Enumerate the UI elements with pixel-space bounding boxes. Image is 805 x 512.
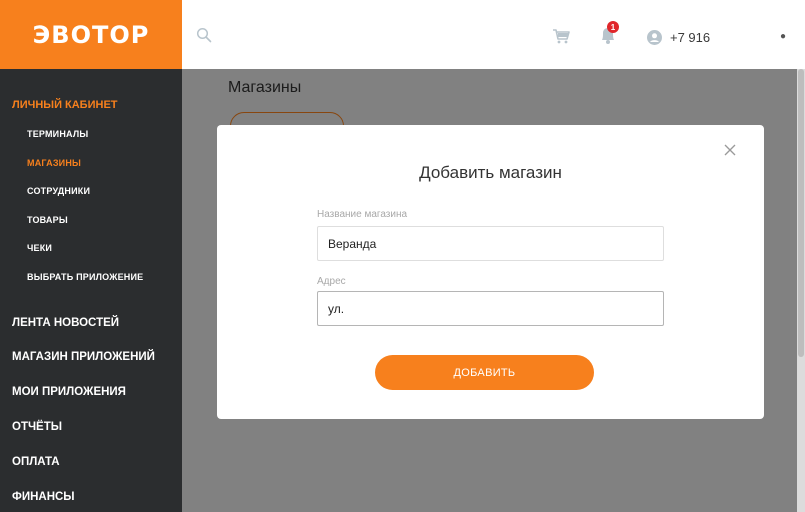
search-icon[interactable] [196, 27, 212, 43]
store-name-label: Название магазина [317, 209, 408, 220]
user-icon[interactable] [647, 30, 662, 45]
account-phone[interactable]: +7 916 [670, 30, 710, 45]
sidebar: ЛИЧНЫЙ КАБИНЕТ ТЕРМИНАЛЫ МАГАЗИНЫ СОТРУД… [0, 69, 182, 512]
sidebar-section-personal-account[interactable]: ЛИЧНЫЙ КАБИНЕТ [12, 99, 118, 111]
sidebar-item-terminals[interactable]: ТЕРМИНАЛЫ [27, 129, 88, 139]
sidebar-item-choose-app[interactable]: ВЫБРАТЬ ПРИЛОЖЕНИЕ [27, 272, 143, 282]
chevron-down-icon[interactable]: ● [780, 31, 786, 42]
logo[interactable]: ЭВОТОР [0, 0, 182, 69]
sidebar-item-products[interactable]: ТОВАРЫ [27, 215, 68, 225]
address-input[interactable] [317, 291, 664, 326]
store-name-input[interactable] [317, 226, 664, 261]
add-button[interactable]: ДОБАВИТЬ [375, 355, 594, 390]
address-label: Адрес [317, 276, 346, 287]
dialog-title: Добавить магазин [419, 163, 562, 182]
sidebar-item-reports[interactable]: ОТЧЁТЫ [12, 421, 62, 433]
sidebar-item-payment[interactable]: ОПЛАТА [12, 456, 60, 468]
sidebar-item-app-store[interactable]: МАГАЗИН ПРИЛОЖЕНИЙ [12, 351, 155, 363]
sidebar-item-finance[interactable]: ФИНАНСЫ [12, 491, 75, 503]
cart-icon[interactable] [552, 28, 570, 44]
logo-text: ЭВОТОР [32, 20, 150, 49]
scrollbar-thumb[interactable] [798, 69, 804, 357]
sidebar-item-news-feed[interactable]: ЛЕНТА НОВОСТЕЙ [12, 317, 119, 329]
notifications[interactable]: 1 [597, 21, 619, 46]
notification-badge: 1 [607, 21, 619, 33]
scrollbar[interactable] [797, 69, 805, 512]
add-store-dialog: Добавить магазин Название магазина Адрес… [217, 125, 764, 419]
sidebar-item-employees[interactable]: СОТРУДНИКИ [27, 186, 90, 196]
sidebar-item-receipts[interactable]: ЧЕКИ [27, 243, 52, 253]
sidebar-item-my-apps[interactable]: МОИ ПРИЛОЖЕНИЯ [12, 386, 126, 398]
close-icon[interactable] [723, 143, 737, 157]
top-bar: 1 +7 916 ● [182, 0, 805, 69]
sidebar-item-stores[interactable]: МАГАЗИНЫ [27, 158, 81, 168]
